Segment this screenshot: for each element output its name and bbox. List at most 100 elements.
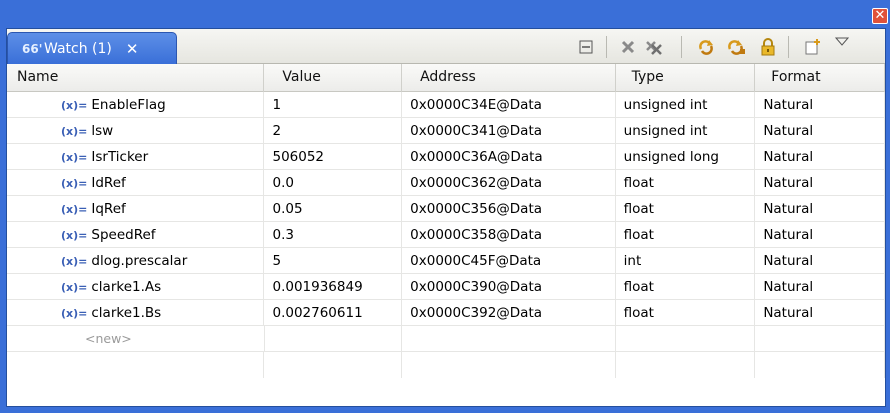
variable-name: clarke1.As (91, 279, 162, 295)
value-cell[interactable]: 2 (264, 118, 403, 144)
value-cell (264, 352, 403, 378)
table-row[interactable]: (x)= dlog.prescalar 5 0x0000C45F@Data int… (7, 248, 885, 274)
value-cell[interactable]: 0.05 (264, 196, 403, 222)
format-cell[interactable]: Natural (755, 300, 885, 326)
address-cell: 0x0000C358@Data (402, 222, 616, 248)
variable-name: dlog.prescalar (91, 253, 188, 269)
variable-icon: (x)= (61, 177, 88, 190)
remove-icon[interactable] (617, 36, 639, 58)
type-cell: float (616, 222, 756, 248)
format-cell[interactable]: Natural (755, 170, 885, 196)
address-cell: 0x0000C362@Data (402, 170, 616, 196)
table-body: (x)= EnableFlag 1 0x0000C34E@Data unsigne… (7, 92, 885, 378)
address-cell: 0x0000C341@Data (402, 118, 616, 144)
tab-close-icon[interactable]: ✕ (126, 40, 139, 58)
minimize-icon[interactable] (575, 36, 597, 58)
empty-row (7, 352, 885, 378)
column-header-value[interactable]: Value (264, 64, 403, 92)
refresh-icon[interactable] (695, 36, 717, 58)
value-cell[interactable]: 1 (264, 92, 403, 118)
value-cell[interactable]: 0.001936849 (264, 274, 403, 300)
name-cell[interactable]: (x)= SpeedRef (7, 222, 265, 248)
name-cell[interactable]: (x)= IsrTicker (7, 144, 265, 170)
type-cell: float (616, 300, 756, 326)
address-cell: 0x0000C392@Data (402, 300, 616, 326)
table-row[interactable]: (x)= SpeedRef 0.3 0x0000C358@Data float N… (7, 222, 885, 248)
column-header-name[interactable]: Name (7, 64, 265, 92)
toolbar-separator (788, 36, 789, 58)
format-cell[interactable]: Natural (755, 248, 885, 274)
address-cell: 0x0000C34E@Data (402, 92, 616, 118)
variable-name: lsw (91, 123, 114, 139)
format-cell[interactable]: Natural (755, 222, 885, 248)
type-cell: float (616, 274, 756, 300)
column-header-type[interactable]: Type (616, 64, 756, 92)
type-cell: unsigned long (616, 144, 756, 170)
type-cell: unsigned int (616, 118, 756, 144)
name-cell[interactable]: (x)= dlog.prescalar (7, 248, 265, 274)
name-cell (7, 352, 265, 378)
toolbar-separator (606, 36, 607, 58)
watch-table: Name Value Address Type Format (x)= Enabl… (7, 64, 885, 406)
address-cell: 0x0000C390@Data (402, 274, 616, 300)
view-menu-icon[interactable] (831, 31, 853, 53)
window-close-button[interactable]: ✕ (872, 8, 888, 24)
value-cell[interactable]: 5 (264, 248, 403, 274)
table-row[interactable]: (x)= clarke1.Bs 0.002760611 0x0000C392@Da… (7, 300, 885, 326)
variable-name: IqRef (91, 201, 126, 217)
toolbar-separator (681, 36, 682, 58)
new-expression-row[interactable]: <new> (7, 326, 885, 352)
continuous-refresh-icon[interactable] (725, 36, 747, 58)
address-cell: 0x0000C36A@Data (402, 144, 616, 170)
variable-icon: (x)= (61, 151, 88, 164)
variable-name: clarke1.Bs (91, 305, 162, 321)
new-expression-icon[interactable] (802, 36, 824, 58)
variable-icon: (x)= (61, 255, 88, 268)
variable-icon: (x)= (61, 203, 88, 216)
variable-icon: (x)= (61, 281, 88, 294)
name-cell[interactable]: (x)= clarke1.Bs (7, 300, 265, 326)
format-cell[interactable]: Natural (755, 92, 885, 118)
name-cell[interactable]: (x)= clarke1.As (7, 274, 265, 300)
address-cell (402, 352, 616, 378)
column-header-address[interactable]: Address (402, 64, 616, 92)
table-row[interactable]: (x)= EnableFlag 1 0x0000C34E@Data unsigne… (7, 92, 885, 118)
name-cell[interactable]: (x)= lsw (7, 118, 265, 144)
variable-name: SpeedRef (91, 227, 156, 243)
value-cell[interactable]: 506052 (264, 144, 403, 170)
new-expression-cell[interactable]: <new> (7, 326, 265, 352)
type-cell: unsigned int (616, 92, 756, 118)
table-row[interactable]: (x)= IqRef 0.05 0x0000C356@Data float Nat… (7, 196, 885, 222)
variable-icon: (x)= (61, 99, 88, 112)
name-cell[interactable]: (x)= IqRef (7, 196, 265, 222)
format-cell[interactable]: Natural (755, 144, 885, 170)
remove-all-icon[interactable] (643, 36, 665, 58)
variable-icon: (x)= (61, 125, 88, 138)
format-cell[interactable]: Natural (755, 196, 885, 222)
variable-name: IsrTicker (91, 149, 149, 165)
type-cell: float (616, 196, 756, 222)
address-cell (402, 326, 616, 352)
variable-icon: (x)= (61, 229, 88, 242)
table-row[interactable]: (x)= lsw 2 0x0000C341@Data unsigned int N… (7, 118, 885, 144)
table-row[interactable]: (x)= clarke1.As 0.001936849 0x0000C390@Da… (7, 274, 885, 300)
tab-watch[interactable]: 66' Watch (1) ✕ (7, 32, 177, 64)
name-cell[interactable]: (x)= IdRef (7, 170, 265, 196)
name-cell[interactable]: (x)= EnableFlag (7, 92, 265, 118)
format-cell (755, 326, 885, 352)
watch-icon: 66' (22, 41, 43, 56)
type-cell (616, 326, 756, 352)
lock-icon[interactable] (757, 36, 779, 58)
address-cell: 0x0000C356@Data (402, 196, 616, 222)
table-row[interactable]: (x)= IdRef 0.0 0x0000C362@Data float Natu… (7, 170, 885, 196)
value-cell[interactable]: 0.002760611 (264, 300, 403, 326)
type-cell (616, 352, 756, 378)
tab-title: Watch (1) (44, 40, 112, 57)
table-row[interactable]: (x)= IsrTicker 506052 0x0000C36A@Data uns… (7, 144, 885, 170)
format-cell[interactable]: Natural (755, 118, 885, 144)
value-cell[interactable]: 0.0 (264, 170, 403, 196)
format-cell[interactable]: Natural (755, 274, 885, 300)
column-header-format[interactable]: Format (755, 64, 885, 92)
value-cell[interactable]: 0.3 (264, 222, 403, 248)
type-cell: float (616, 170, 756, 196)
